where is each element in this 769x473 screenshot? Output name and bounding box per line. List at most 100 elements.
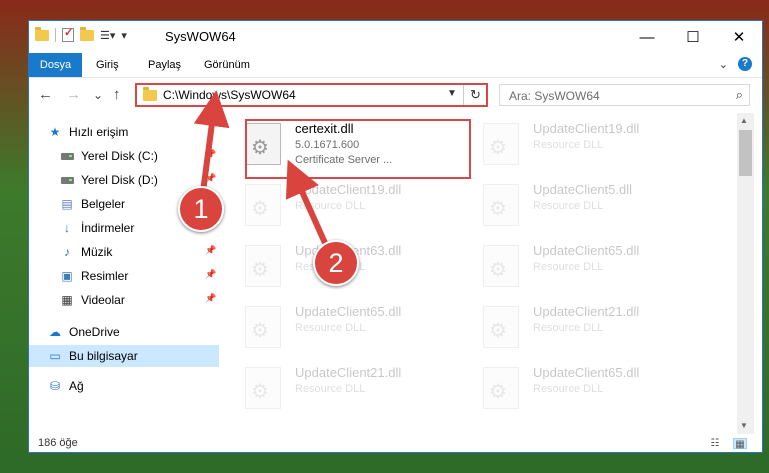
dll-file-icon: ⚙ (483, 123, 519, 165)
toolbar-separator (55, 28, 56, 42)
file-tile[interactable]: ⚙ UpdateClient19.dll Resource DLL (483, 119, 698, 173)
pin-icon[interactable]: 📌 (205, 149, 216, 160)
recent-locations-icon[interactable]: ⌄ (93, 88, 103, 102)
videos-icon: ▦ (61, 293, 73, 307)
address-folder-icon (143, 86, 157, 101)
tab-file[interactable]: Dosya (29, 53, 82, 77)
sidebar-item-videos[interactable]: ▦ Videolar (59, 289, 125, 311)
network-icon: ⛁ (49, 379, 61, 393)
file-name: UpdateClient65.dll (533, 243, 640, 258)
file-name: UpdateClient5.dll (533, 182, 633, 197)
dll-file-icon: ⚙ (245, 367, 281, 409)
sidebar-item-network[interactable]: ⛁ Ağ (47, 375, 84, 397)
sidebar-item-documents[interactable]: ▤ Belgeler (59, 193, 125, 215)
scroll-down-icon[interactable]: ▼ (740, 421, 748, 430)
sidebar-item-downloads[interactable]: ↓ İndirmeler (59, 217, 134, 239)
file-description: Resource DLL (533, 383, 604, 395)
disk-icon (59, 173, 75, 187)
properties-icon[interactable] (62, 26, 74, 42)
quick-access-dropdown-icon[interactable]: ▾ (121, 29, 127, 42)
dll-file-icon: ⚙ (483, 306, 519, 348)
dll-file-icon: ⚙ (483, 184, 519, 226)
navigation-pane: ★ Hızlı erişim Yerel Disk (C:) 📌 Yerel D… (29, 113, 223, 435)
customize-toolbar-icon[interactable]: ☰▾ (100, 29, 115, 42)
sidebar-item-onedrive[interactable]: ☁ OneDrive (47, 321, 120, 343)
file-tile[interactable]: ⚙ UpdateClient21.dll Resource DLL (483, 302, 698, 356)
ribbon-right: ⌄ ? (719, 57, 752, 71)
file-description: Resource DLL (533, 261, 604, 273)
large-icons-view-icon[interactable]: ▦ (733, 438, 747, 450)
address-path[interactable]: C:\Windows\SysWOW64 (137, 85, 458, 105)
item-count: 186 öğe (38, 437, 78, 449)
status-bar: 186 öğe ☷ ▦ (29, 435, 762, 452)
file-description: Resource DLL (533, 139, 604, 151)
star-icon: ★ (49, 125, 61, 139)
forward-icon[interactable]: → (66, 86, 81, 103)
sidebar-item-label: Yerel Disk (C:) (81, 149, 158, 163)
ribbon-tabs: Dosya Giriş Paylaş Görünüm ⌄ ? (29, 53, 762, 78)
file-tile[interactable]: ⚙ UpdateClient65.dll Resource DLL (245, 302, 460, 356)
up-icon[interactable]: ↑ (113, 86, 121, 103)
pin-icon[interactable]: 📌 (205, 173, 216, 184)
step-2-badge: 2 (313, 240, 359, 286)
file-tile[interactable]: ⚙ UpdateClient5.dll Resource DLL (483, 180, 698, 234)
sidebar-item-label: Videolar (81, 293, 125, 307)
tab-home[interactable]: Giriş (96, 53, 119, 77)
sidebar-item-local-disk-c[interactable]: Yerel Disk (C:) (59, 145, 158, 167)
sidebar-item-local-disk-d[interactable]: Yerel Disk (D:) (59, 169, 158, 191)
file-tile[interactable]: ⚙ UpdateClient65.dll Resource DLL (483, 241, 698, 295)
tab-share[interactable]: Paylaş (148, 53, 181, 77)
back-icon[interactable]: ← (38, 86, 53, 103)
file-name: UpdateClient65.dll (533, 365, 640, 380)
file-description: Resource DLL (295, 383, 366, 395)
search-icon[interactable]: ⌕ (736, 87, 743, 103)
expand-ribbon-icon[interactable]: ⌄ (719, 58, 728, 71)
folder-icon (35, 26, 49, 41)
file-name: UpdateClient19.dll (533, 121, 640, 136)
downloads-icon: ↓ (64, 221, 70, 235)
dll-file-icon: ⚙ (483, 245, 519, 287)
address-bar[interactable]: C:\Windows\SysWOW64 ▼ ↻ (135, 83, 488, 107)
file-tile[interactable]: ⚙ UpdateClient65.dll Resource DLL (483, 363, 698, 417)
quick-access-toolbar: ☰▾ ▾ (35, 26, 127, 42)
search-box[interactable]: Ara: SysWOW64 ⌕ (499, 84, 750, 106)
sidebar-item-music[interactable]: ♪ Müzik (59, 241, 112, 263)
documents-icon: ▤ (61, 197, 73, 211)
pin-icon[interactable]: 📌 (205, 293, 216, 304)
vertical-scrollbar[interactable]: ▲ ▼ (737, 113, 754, 434)
file-tile[interactable]: ⚙ UpdateClient19.dll Resource DLL (245, 180, 460, 234)
sidebar-item-quick-access[interactable]: ★ Hızlı erişim (47, 121, 129, 143)
minimize-button[interactable]: — (624, 21, 670, 53)
computer-icon: ▭ (49, 349, 61, 363)
help-icon[interactable]: ? (738, 57, 752, 71)
address-text: C:\Windows\SysWOW64 (163, 88, 296, 102)
file-name: UpdateClient19.dll (295, 182, 402, 197)
title-bar: ☰▾ ▾ SysWOW64 — ☐ ✕ (29, 21, 762, 53)
close-button[interactable]: ✕ (716, 21, 762, 53)
file-description: Resource DLL (295, 200, 366, 212)
address-dropdown-icon[interactable]: ▼ (447, 88, 457, 99)
sidebar-item-label: Ağ (69, 379, 84, 393)
tab-view[interactable]: Görünüm (204, 53, 250, 77)
dll-file-icon: ⚙ (483, 367, 519, 409)
file-name: UpdateClient21.dll (533, 304, 640, 319)
refresh-icon[interactable]: ↻ (463, 85, 487, 105)
sidebar-item-label: İndirmeler (81, 221, 135, 235)
details-view-icon[interactable]: ☷ (708, 438, 722, 449)
new-folder-icon[interactable] (80, 26, 94, 41)
sidebar-item-label: OneDrive (69, 325, 120, 339)
scrollbar-thumb[interactable] (739, 130, 752, 176)
pin-icon[interactable]: 📌 (205, 269, 216, 280)
window-title: SysWOW64 (165, 29, 236, 44)
scroll-up-icon[interactable]: ▲ (740, 116, 748, 125)
file-tile[interactable]: ⚙ UpdateClient21.dll Resource DLL (245, 363, 460, 417)
window-controls: — ☐ ✕ (624, 21, 762, 53)
sidebar-item-pictures[interactable]: ▣ Resimler (59, 265, 128, 287)
sidebar-item-this-pc[interactable]: ▭ Bu bilgisayar (29, 345, 219, 367)
cloud-icon: ☁ (49, 325, 61, 339)
navigation-bar: ← → ⌄ ↑ C:\Windows\SysWOW64 ▼ ↻ Ara: Sys… (29, 78, 762, 112)
maximize-button[interactable]: ☐ (670, 21, 716, 53)
file-description: Resource DLL (533, 322, 604, 334)
pin-icon[interactable]: 📌 (205, 245, 216, 256)
dll-file-icon: ⚙ (245, 184, 281, 226)
